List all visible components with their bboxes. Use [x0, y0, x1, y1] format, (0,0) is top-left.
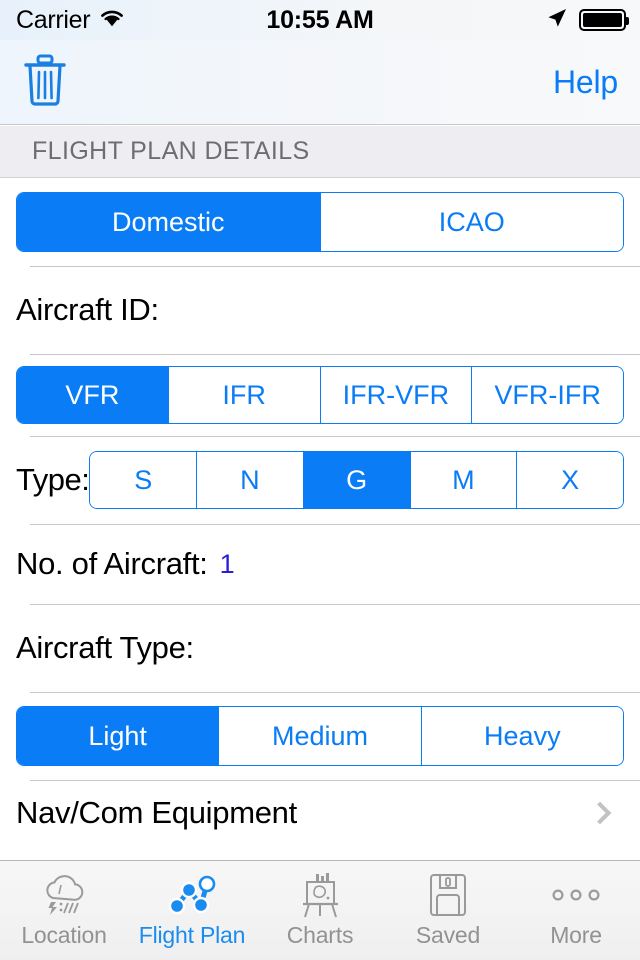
- floppy-disk-icon: [426, 872, 470, 918]
- row-flight-rules: VFR IFR IFR-VFR VFR-IFR: [0, 354, 640, 436]
- no-of-aircraft-label: No. of Aircraft:: [16, 546, 208, 581]
- segment-type-n[interactable]: N: [196, 452, 303, 508]
- plan-type-segmented-control[interactable]: Domestic ICAO: [16, 192, 624, 252]
- segment-domestic[interactable]: Domestic: [17, 193, 320, 251]
- app-screen: Carrier 10:55 AM Help FLIGHT PLAN DETAIL…: [0, 0, 640, 960]
- tab-saved[interactable]: Saved: [384, 861, 512, 960]
- row-no-of-aircraft[interactable]: No. of Aircraft: 1: [0, 524, 640, 604]
- segment-ifr-vfr[interactable]: IFR-VFR: [319, 367, 472, 423]
- wake-turbulence-segmented-control[interactable]: Light Medium Heavy: [16, 706, 624, 766]
- section-header-label: FLIGHT PLAN DETAILS: [32, 137, 310, 165]
- trash-icon[interactable]: [22, 54, 68, 111]
- segment-vfr-ifr[interactable]: VFR-IFR: [471, 367, 623, 423]
- location-arrow-icon: [545, 6, 569, 35]
- segment-ifr[interactable]: IFR: [167, 367, 320, 423]
- three-dots-icon: [547, 872, 605, 918]
- row-aircraft-id[interactable]: Aircraft ID:: [0, 266, 640, 354]
- row-plan-type: Domestic ICAO: [0, 178, 640, 266]
- help-button[interactable]: Help: [553, 64, 618, 101]
- aircraft-type-label: Aircraft Type:: [16, 630, 194, 665]
- section-header: FLIGHT PLAN DETAILS: [0, 126, 640, 178]
- segment-light[interactable]: Light: [17, 707, 219, 765]
- tab-more-label: More: [550, 922, 602, 948]
- segment-heavy[interactable]: Heavy: [420, 707, 623, 765]
- status-bar-right: [545, 0, 629, 40]
- nav-com-label: Nav/Com Equipment: [16, 795, 297, 830]
- status-bar: Carrier 10:55 AM: [0, 0, 640, 40]
- tab-flight-plan-label: Flight Plan: [138, 922, 246, 948]
- chevron-right-icon: [588, 801, 612, 825]
- segment-medium[interactable]: Medium: [218, 707, 421, 765]
- segment-type-x[interactable]: X: [516, 452, 623, 508]
- aircraft-id-label: Aircraft ID:: [16, 292, 159, 327]
- easel-map-icon: [296, 872, 344, 918]
- segment-icao[interactable]: ICAO: [319, 193, 623, 251]
- type-segmented-control[interactable]: S N G M X: [89, 451, 624, 509]
- segment-vfr[interactable]: VFR: [17, 367, 168, 423]
- cloud-rain-lightning-icon: [37, 872, 91, 918]
- row-type: Type: S N G M X: [0, 436, 640, 524]
- flight-rules-segmented-control[interactable]: VFR IFR IFR-VFR VFR-IFR: [16, 366, 624, 424]
- row-nav-com-equipment[interactable]: Nav/Com Equipment: [0, 780, 640, 846]
- segment-type-g[interactable]: G: [302, 452, 410, 508]
- tab-more[interactable]: More: [512, 861, 640, 960]
- navigation-bar: Help: [0, 40, 640, 125]
- type-label: Type:: [16, 462, 90, 497]
- tab-saved-label: Saved: [415, 922, 481, 948]
- form-rows: Domestic ICAO Aircraft ID: VFR IFR IFR-V…: [0, 178, 640, 846]
- status-bar-clock: 10:55 AM: [266, 5, 374, 34]
- tab-charts-label: Charts: [286, 922, 354, 948]
- tab-location-label: Location: [21, 922, 107, 948]
- row-wake-turbulence: Light Medium Heavy: [0, 692, 640, 780]
- tab-location[interactable]: Location: [0, 861, 128, 960]
- segment-type-m[interactable]: M: [409, 452, 517, 508]
- row-aircraft-type[interactable]: Aircraft Type:: [0, 604, 640, 692]
- tab-flight-plan[interactable]: Flight Plan: [128, 861, 256, 960]
- battery-full-icon: [579, 9, 629, 31]
- waypoint-network-icon: [167, 872, 217, 918]
- tab-charts[interactable]: Charts: [256, 861, 384, 960]
- tab-bar: Location Flight Plan Charts Saved More: [0, 860, 640, 960]
- segment-type-s[interactable]: S: [90, 452, 197, 508]
- no-of-aircraft-value[interactable]: 1: [220, 549, 235, 580]
